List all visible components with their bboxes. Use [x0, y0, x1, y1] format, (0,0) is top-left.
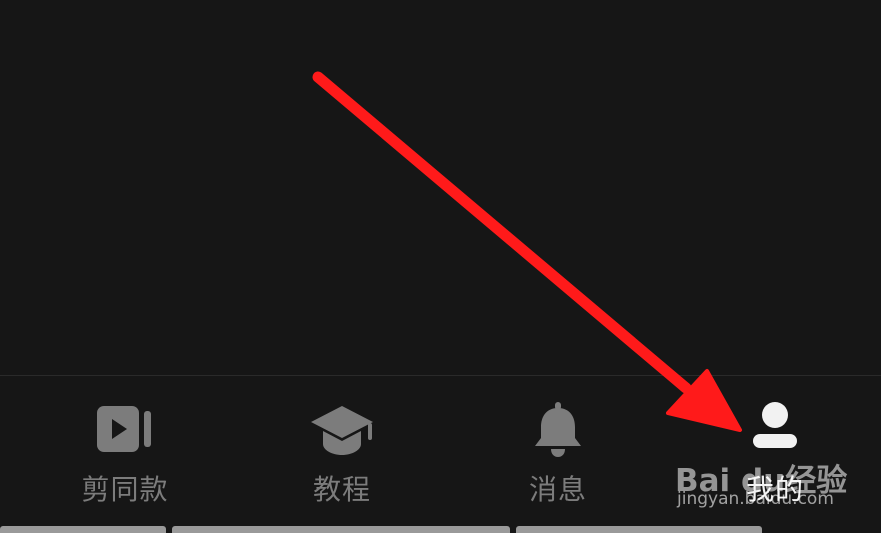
bottom-tab-bar: 剪同款 教程 消息 我的: [0, 375, 881, 533]
video-template-icon: [93, 402, 157, 458]
tab-tutorial[interactable]: 教程: [232, 376, 452, 526]
tab-label-messages: 消息: [528, 473, 587, 506]
bottom-strip-center: [172, 526, 510, 533]
graduation-cap-icon: [310, 402, 374, 458]
tab-label-template: 剪同款: [81, 473, 169, 506]
bottom-strip-left: [0, 526, 166, 533]
content-area: [0, 0, 881, 375]
tab-label-tutorial: 教程: [312, 473, 371, 506]
profile-icon: [743, 402, 807, 458]
tab-template[interactable]: 剪同款: [15, 376, 235, 526]
bell-icon: [526, 402, 590, 458]
tab-me[interactable]: 我的: [665, 376, 881, 526]
tab-messages[interactable]: 消息: [448, 376, 668, 526]
tab-label-me: 我的: [745, 473, 804, 506]
bottom-strip-right: [516, 526, 762, 533]
app-screen: 剪同款 教程 消息 我的 Bai du经验 jingyan.baidu.com: [0, 0, 881, 533]
